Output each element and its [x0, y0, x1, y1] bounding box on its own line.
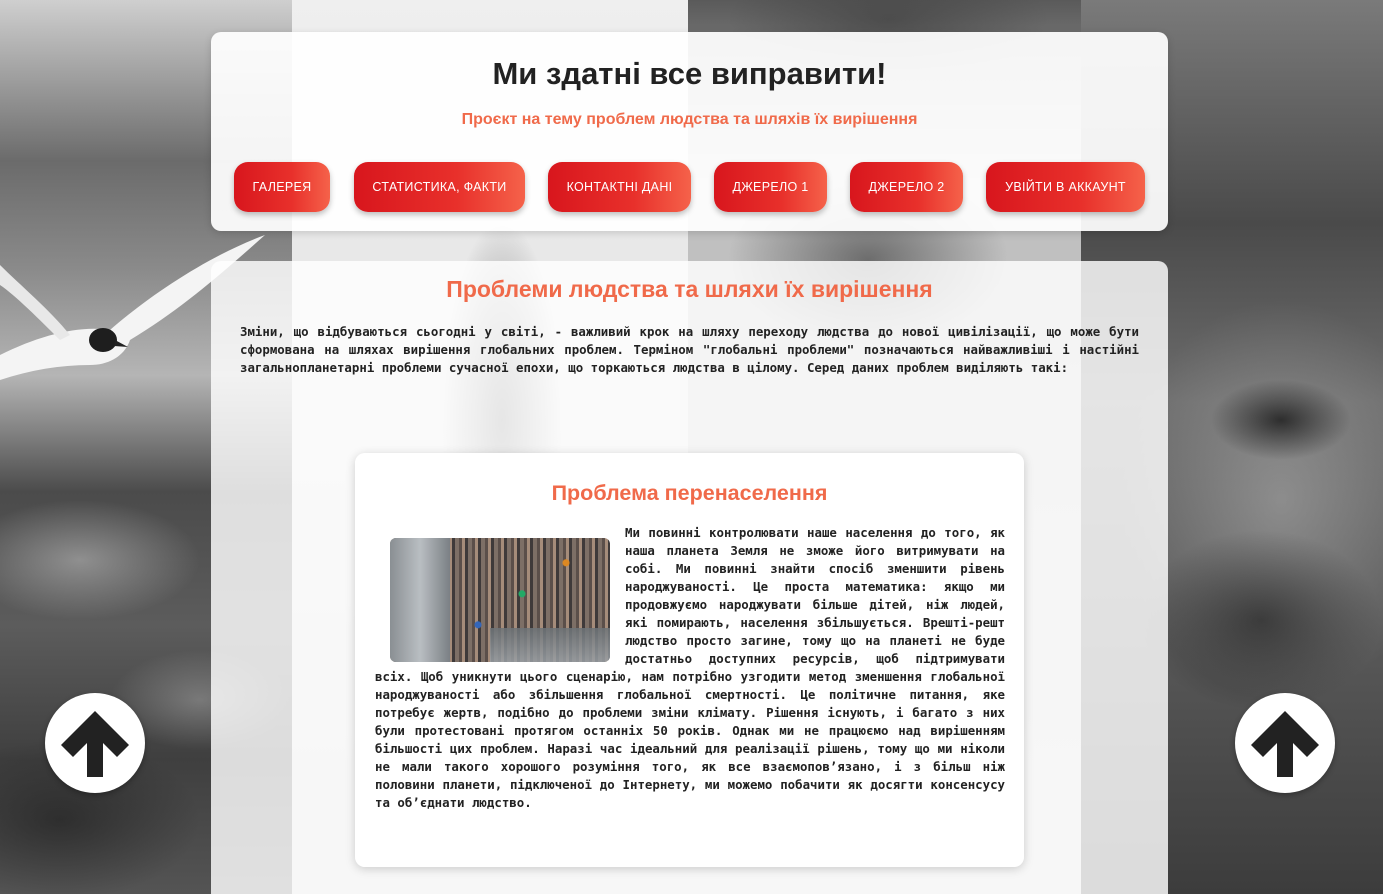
- arrow-up-icon: [1251, 711, 1319, 777]
- train-roof-shape: [390, 538, 450, 662]
- arrow-up-icon: [61, 711, 129, 777]
- problem-card: Проблема перенаселення Ми повинні контро…: [355, 453, 1024, 867]
- main-nav: ГАЛЕРЕЯ СТАТИСТИКА, ФАКТИ КОНТАКТНІ ДАНІ…: [211, 162, 1168, 212]
- problem-heading: Проблема перенаселення: [551, 481, 828, 505]
- crowded-train-image: [390, 538, 610, 662]
- nav-gallery-button[interactable]: ГАЛЕРЕЯ: [234, 162, 330, 212]
- scroll-top-button-left[interactable]: [45, 693, 145, 793]
- header-card: Ми здатні все виправити! Проєкт на тему …: [211, 32, 1168, 231]
- site-subtitle: Проєкт на тему проблем людства та шляхів…: [461, 111, 918, 128]
- intro-paragraph: Зміни, що відбуваються сьогодні у світі,…: [240, 324, 1139, 375]
- problem-body: Ми повинні контролювати наше населення д…: [375, 524, 1005, 812]
- nav-contacts-button[interactable]: КОНТАКТНІ ДАНІ: [548, 162, 691, 212]
- site-title: Ми здатні все виправити!: [492, 56, 887, 91]
- nav-source-1-button[interactable]: ДЖЕРЕЛО 1: [714, 162, 827, 212]
- section-heading: Проблеми людства та шляхи їх вирішення: [446, 276, 933, 302]
- nav-login-button[interactable]: УВІЙТИ В АККАУНТ: [986, 162, 1145, 212]
- nav-source-2-button[interactable]: ДЖЕРЕЛО 2: [850, 162, 963, 212]
- train-car-shape: [490, 628, 610, 662]
- scroll-top-button-right[interactable]: [1235, 693, 1335, 793]
- nav-statistics-button[interactable]: СТАТИСТИКА, ФАКТИ: [354, 162, 525, 212]
